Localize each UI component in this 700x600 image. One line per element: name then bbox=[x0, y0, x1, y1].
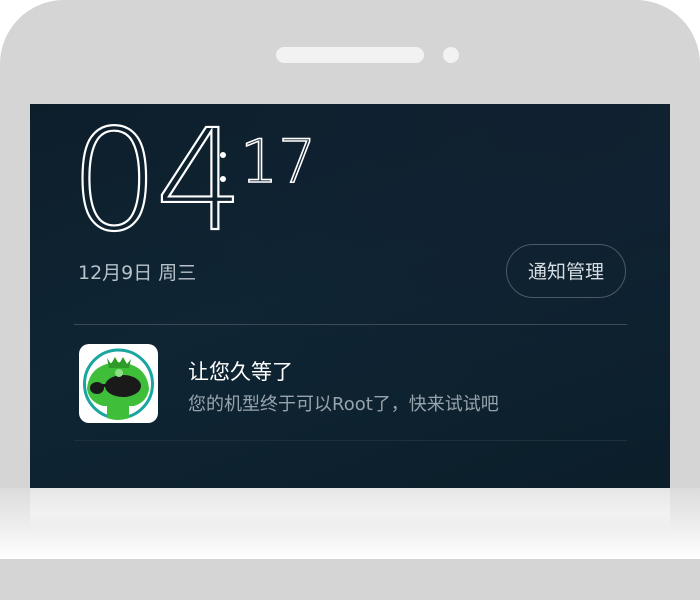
clock-minutes: 17 bbox=[239, 127, 317, 197]
notification-title: 让您久等了 bbox=[188, 360, 293, 384]
clock-colon bbox=[220, 146, 226, 186]
lock-screen: 04 17 12月9日 周三 通知管理 让您久等了 您的机型终于可以Root了，… bbox=[30, 104, 670, 504]
green-monster-app-icon bbox=[79, 344, 158, 423]
date-label: 12月9日 周三 bbox=[78, 262, 197, 284]
notification-body: 您的机型终于可以Root了，快来试试吧 bbox=[188, 394, 499, 415]
divider bbox=[74, 440, 627, 441]
notification-manage-button[interactable]: 通知管理 bbox=[506, 244, 626, 298]
clock-hours: 04 bbox=[69, 104, 245, 263]
notification-item[interactable]: 让您久等了 您的机型终于可以Root了，快来试试吧 bbox=[74, 334, 627, 440]
divider bbox=[74, 324, 627, 325]
screen-reflection bbox=[30, 488, 670, 532]
speaker-slot bbox=[276, 47, 424, 63]
front-camera bbox=[443, 47, 459, 63]
